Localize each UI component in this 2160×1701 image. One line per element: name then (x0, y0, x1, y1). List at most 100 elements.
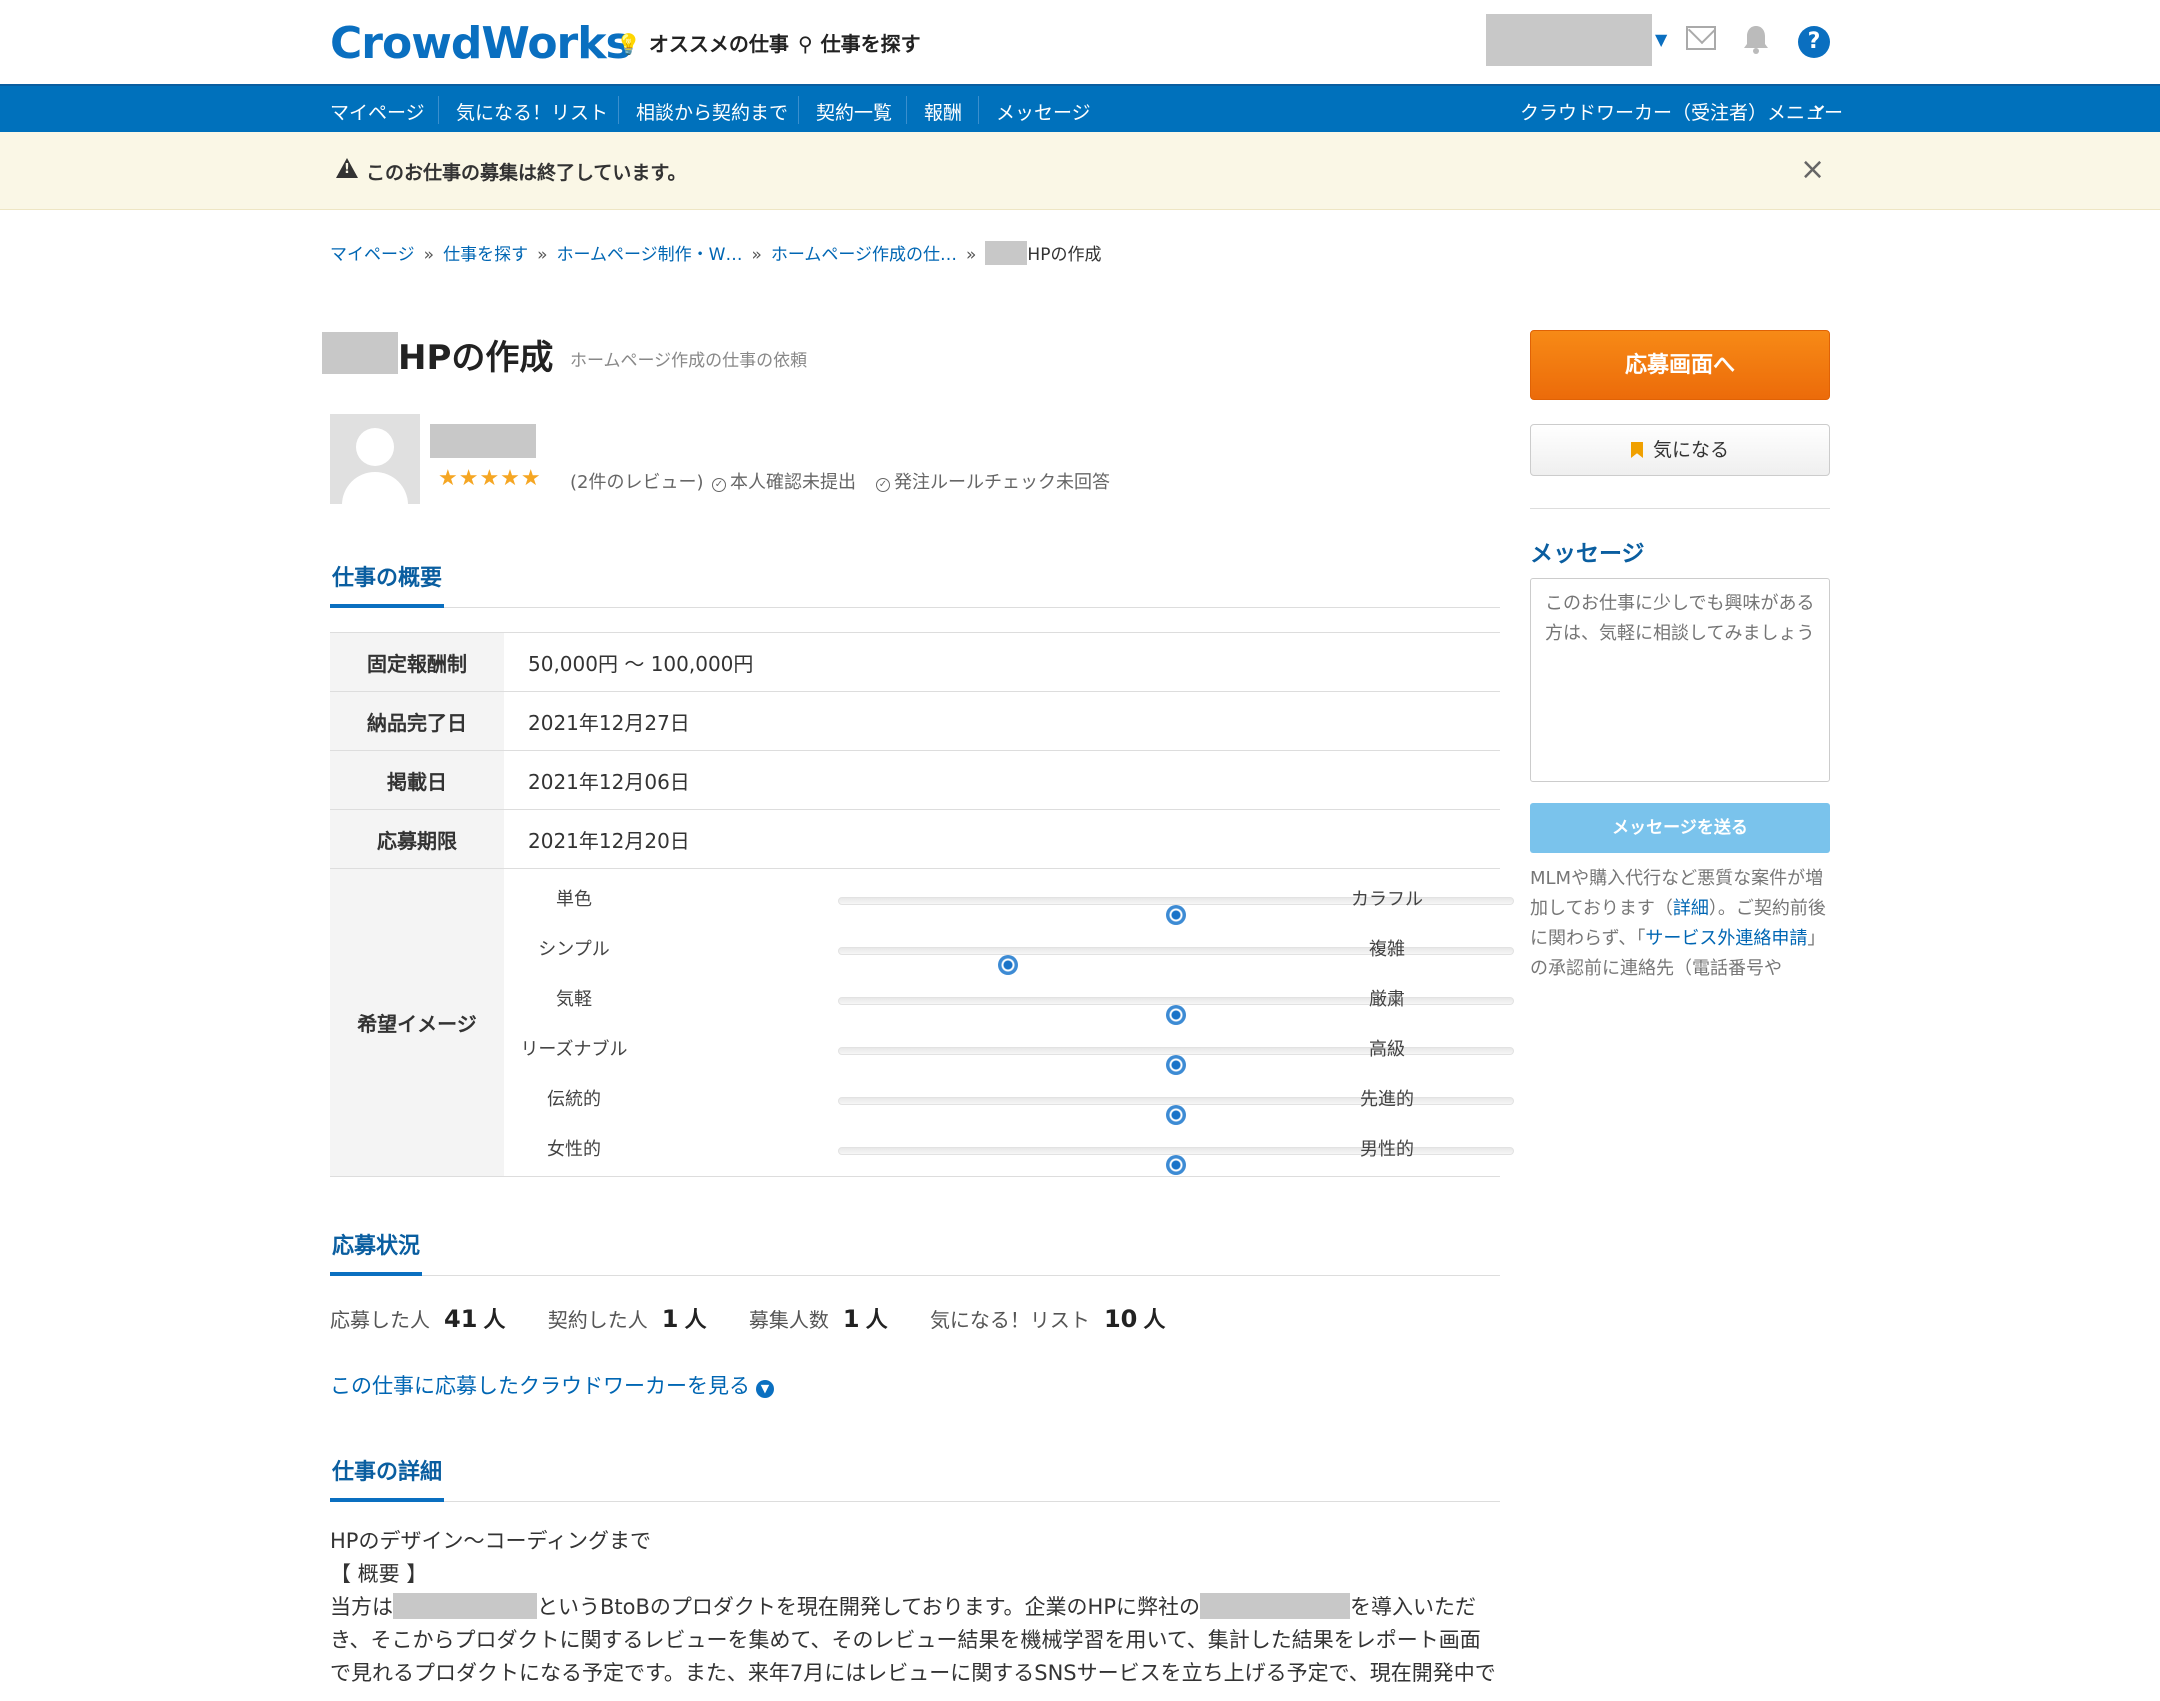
breadcrumb-separator: » (966, 245, 977, 265)
detail-text: 当方は (330, 1595, 393, 1619)
breadcrumb-mypage[interactable]: マイページ (330, 245, 415, 265)
slider-right-label: 複雑 (1369, 939, 1405, 960)
details-link[interactable]: 詳細 (1673, 898, 1709, 919)
row-label: 固定報酬制 (330, 633, 504, 691)
overview-table: 固定報酬制 50,000円 〜 100,000円 納品完了日 2021年12月2… (330, 632, 1514, 1177)
redacted-block (322, 332, 398, 374)
nav-recommend-label: オススメの仕事 (648, 32, 789, 56)
lightbulb-icon: 💡 (616, 32, 641, 56)
send-message-button[interactable]: メッセージを送る (1530, 803, 1830, 853)
worker-menu[interactable]: クラウドワーカー（受注者）メニュー (1520, 98, 1843, 125)
recruit-count: 1 (842, 1305, 860, 1333)
unit-label: 人 (865, 1308, 888, 1333)
slider-knob (1166, 1005, 1186, 1025)
slider-left-label: 女性的 (547, 1139, 601, 1160)
overview-section-header: 仕事の概要 (330, 560, 1500, 608)
message-input[interactable] (1530, 578, 1830, 782)
divider (1530, 508, 1830, 509)
client-avatar[interactable] (330, 414, 420, 504)
favorite-button[interactable]: 気になる (1530, 424, 1830, 476)
user-name-redacted[interactable] (1486, 14, 1652, 66)
bookmark-icon (1630, 442, 1643, 458)
gnav-contracts[interactable]: 契約一覧 (816, 98, 892, 125)
job-detail-text: HPのデザイン〜コーディングまで 【 概要 】 当方は というBtoBのプロダクト… (330, 1525, 1500, 1690)
table-row: 納品完了日 2021年12月27日 (330, 692, 1500, 751)
image-sliders: 単色 カラフル シンプル 複雑 気軽 厳粛 リーズナブル 高級 伝統的 先進的 女性的 男性… (504, 869, 1514, 1176)
slider-left-label: 気軽 (556, 989, 592, 1010)
row-label: 応募期限 (330, 810, 504, 868)
rule-check-label: 発注ルールチェック未回答 (894, 472, 1110, 493)
rule-check-status: ✓ 発注ルールチェック未回答 (876, 468, 1110, 494)
help-icon[interactable]: ? (1798, 26, 1830, 58)
close-icon[interactable]: × (1800, 152, 1825, 187)
alert-text: このお仕事の募集は終了しています。 (366, 162, 687, 184)
table-row-image: 希望イメージ 単色 カラフル シンプル 複雑 気軽 厳粛 リーズナブル 高級 伝統的 先進… (330, 869, 1514, 1177)
slider-knob (1166, 905, 1186, 925)
row-value: 2021年12月27日 (528, 710, 690, 735)
breadcrumb-hp-jobs[interactable]: ホームページ作成の仕… (771, 245, 957, 265)
redacted-block (985, 241, 1028, 265)
nav-search[interactable]: ⚲ 仕事を探す (798, 28, 921, 57)
slider-knob (1166, 1055, 1186, 1075)
gnav-mypage[interactable]: マイページ (330, 98, 425, 125)
table-row: 掲載日 2021年12月06日 (330, 751, 1500, 810)
detail-line: き、そこからプロダクトに関するレビューを集めて、そのレビュー結果を機械学習を用い… (330, 1628, 1481, 1652)
detail-section-header: 仕事の詳細 (330, 1454, 1500, 1502)
row-label: 納品完了日 (330, 692, 504, 750)
mail-icon[interactable] (1686, 26, 1716, 50)
gnav-divider (618, 96, 619, 124)
slider-knob (997, 955, 1018, 975)
chevron-down-icon[interactable]: ⌄ (1810, 92, 1828, 117)
rating-stars: ★★★★★ (438, 466, 542, 491)
overview-heading: 仕事の概要 (330, 560, 445, 608)
gnav-divider (798, 96, 799, 124)
gnav-favorites[interactable]: 気になる！リスト (456, 98, 608, 125)
application-status: 応募した人 41 人 契約した人 1 人 募集人数 1 人 気になる！リスト 10 人 (330, 1302, 1165, 1334)
closed-alert-banner: ! このお仕事の募集は終了しています。 × (0, 132, 2160, 210)
gnav-divider (906, 96, 907, 124)
external-contact-request-link[interactable]: サービス外連絡申請 (1645, 928, 1807, 949)
image-slider: 気軽 厳粛 (504, 985, 1514, 1035)
nav-recommend[interactable]: 💡 オススメの仕事 (616, 28, 789, 57)
fav-count: 10 (1103, 1305, 1138, 1333)
crowdworks-logo[interactable]: CrowdWorks (330, 18, 632, 69)
status-section-header: 応募状況 (330, 1228, 1500, 1276)
apply-button[interactable]: 応募画面へ (1530, 330, 1830, 400)
view-applicants-link[interactable]: この仕事に応募したクラウドワーカーを見る ▼ (330, 1370, 774, 1400)
breadcrumb-separator: » (423, 245, 435, 265)
slider-knob (1166, 1155, 1186, 1175)
breadcrumb-separator: » (537, 245, 548, 265)
slider-right-label: 高級 (1369, 1039, 1405, 1060)
client-name-redacted[interactable] (430, 424, 536, 458)
identity-status: ✓ 本人確認未提出 (712, 468, 856, 494)
page-title: HPの作成 (398, 338, 554, 378)
table-row: 応募期限 2021年12月20日 (330, 810, 1500, 869)
gnav-rewards[interactable]: 報酬 (924, 98, 962, 125)
image-slider: シンプル 複雑 (504, 935, 1514, 985)
breadcrumb-hp-category[interactable]: ホームページ制作・W… (556, 245, 742, 265)
detail-line: 当方は というBtoBのプロダクトを現在開発しております。企業のHPに弊社の を導入… (330, 1591, 1500, 1624)
gnav-messages[interactable]: メッセージ (996, 98, 1091, 125)
slider-left-label: 単色 (556, 889, 592, 910)
detail-line: HPのデザイン〜コーディングまで (330, 1529, 651, 1553)
nav-search-label: 仕事を探す (820, 32, 921, 56)
detail-heading: 仕事の詳細 (330, 1454, 445, 1502)
detail-line: 【 概要 】 (330, 1562, 428, 1586)
favorite-label: 気になる (1652, 439, 1729, 461)
view-applicants-label: この仕事に応募したクラウドワーカーを見る (330, 1374, 750, 1398)
warning-icon: ! (336, 158, 358, 178)
page-subtitle: ホームページ作成の仕事の依頼 (570, 351, 808, 371)
image-slider: 伝統的 先進的 (504, 1085, 1514, 1135)
gnav-divider (978, 96, 979, 124)
row-label: 希望イメージ (330, 869, 504, 1176)
image-slider: 女性的 男性的 (504, 1135, 1514, 1185)
chevron-down-icon[interactable]: ▼ (1655, 30, 1667, 49)
breadcrumb-search[interactable]: 仕事を探す (443, 245, 528, 265)
slider-right-label: カラフル (1351, 889, 1423, 910)
warning-note: MLMや購入代行など悪質な案件が増加しております（詳細）。ご契約前後に関わらず、… (1530, 864, 1830, 984)
identity-status-label: 本人確認未提出 (730, 472, 856, 493)
gnav-consult[interactable]: 相談から契約まで (636, 98, 788, 125)
review-count-link[interactable]: (2件のレビュー) (570, 468, 704, 494)
bell-icon[interactable] (1742, 24, 1770, 54)
breadcrumb-separator: » (751, 245, 762, 265)
